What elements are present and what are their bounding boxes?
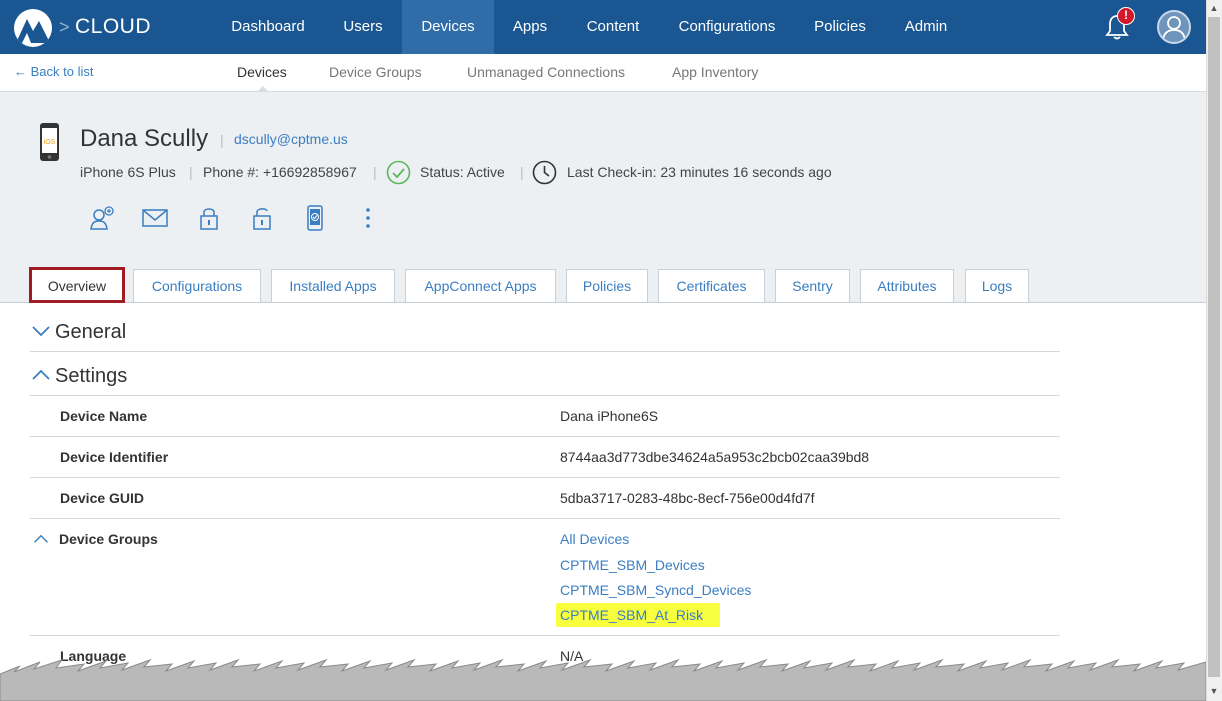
nav-configurations[interactable]: Configurations <box>666 0 788 54</box>
device-guid-value: 5dba3717-0283-48bc-8ecf-756e00d4fd7f <box>560 490 815 506</box>
nav-apps[interactable]: Apps <box>500 0 560 54</box>
nav-devices[interactable]: Devices <box>402 0 494 54</box>
device-name-value: Dana iPhone6S <box>560 408 659 424</box>
tab-certificates[interactable]: Certificates <box>658 269 765 302</box>
subtab-devices[interactable]: Devices <box>237 64 287 80</box>
nav-policies[interactable]: Policies <box>804 0 876 54</box>
tab-policies[interactable]: Policies <box>566 269 648 302</box>
group-link-cptme-sbm-devices[interactable]: CPTME_SBM_Devices <box>560 557 705 573</box>
nav-users[interactable]: Users <box>330 0 396 54</box>
chevron-down-icon[interactable] <box>31 324 51 338</box>
message-icon[interactable] <box>142 205 168 231</box>
back-to-list-link[interactable]: ← Back to list <box>14 64 93 79</box>
status-check-icon <box>386 160 411 185</box>
assign-user-icon[interactable] <box>89 205 115 231</box>
more-icon[interactable] <box>355 205 381 231</box>
brand-name: CLOUD <box>75 15 152 38</box>
device-groups-chevron-up-icon[interactable] <box>33 533 49 545</box>
separator: | <box>220 132 224 148</box>
nav-admin[interactable]: Admin <box>894 0 958 54</box>
divider <box>30 518 1060 519</box>
tab-attributes[interactable]: Attributes <box>860 269 954 302</box>
os-badge-text: iOS <box>44 139 56 146</box>
nav-content[interactable]: Content <box>576 0 650 54</box>
divider <box>30 635 1060 636</box>
device-groups-label[interactable]: Device Groups <box>59 531 158 547</box>
group-link-cptme-sbm-at-risk[interactable]: CPTME_SBM_At_Risk <box>560 607 703 623</box>
tab-appconnect-apps[interactable]: AppConnect Apps <box>405 269 556 302</box>
last-checkin: Last Check-in: 23 minutes 16 seconds ago <box>567 164 832 180</box>
device-check-icon[interactable] <box>302 205 328 231</box>
group-link-cptme-sbm-syncd-devices[interactable]: CPTME_SBM_Syncd_Devices <box>560 582 751 598</box>
lock-icon[interactable] <box>196 205 222 231</box>
device-guid-label: Device GUID <box>60 490 145 506</box>
device-name-label: Device Name <box>60 408 148 424</box>
user-avatar-icon[interactable] <box>1157 10 1191 44</box>
tab-logs[interactable]: Logs <box>965 269 1029 302</box>
group-link-all-devices[interactable]: All Devices <box>560 531 629 547</box>
separator: | <box>189 164 193 180</box>
tab-sentry[interactable]: Sentry <box>775 269 850 302</box>
tab-overview[interactable]: Overview <box>29 267 125 303</box>
nav-dashboard[interactable]: Dashboard <box>218 0 318 54</box>
subtab-unmanaged-connections[interactable]: Unmanaged Connections <box>467 64 625 80</box>
device-owner-email-link[interactable]: dscully@cptme.us <box>234 131 348 147</box>
device-phone-number: Phone #: +16692858967 <box>203 164 357 180</box>
tab-installed-apps[interactable]: Installed Apps <box>271 269 395 302</box>
section-settings-title[interactable]: Settings <box>55 365 127 388</box>
clock-icon <box>532 160 557 185</box>
separator: | <box>373 164 377 180</box>
unlock-icon[interactable] <box>249 205 275 231</box>
scrollbar-thumb[interactable] <box>1208 17 1220 677</box>
device-model: iPhone 6S Plus <box>80 164 176 180</box>
iphone-device-icon: iOS <box>39 122 60 162</box>
divider <box>30 395 1060 396</box>
separator: | <box>520 164 524 180</box>
subtab-device-groups[interactable]: Device Groups <box>329 64 422 80</box>
section-general-title[interactable]: General <box>55 321 126 344</box>
divider <box>30 436 1060 437</box>
device-status: Status: Active <box>420 164 505 180</box>
divider <box>30 351 1060 352</box>
torn-edge-decoration <box>0 658 1206 701</box>
device-identifier-value: 8744aa3d773dbe34624a5a953c2bcb02caa39bd8 <box>560 449 870 465</box>
brand-separator: > <box>59 17 70 37</box>
divider <box>30 477 1060 478</box>
device-identifier-label: Device Identifier <box>60 449 169 465</box>
scroll-down-arrow-icon[interactable]: ▼ <box>1209 686 1219 696</box>
subtab-app-inventory[interactable]: App Inventory <box>672 64 758 80</box>
mobileiron-logo[interactable] <box>14 9 52 47</box>
device-owner-name: Dana Scully <box>80 125 209 152</box>
notification-badge[interactable]: ! <box>1117 7 1135 25</box>
scroll-up-arrow-icon[interactable]: ▲ <box>1209 3 1219 13</box>
chevron-up-icon[interactable] <box>31 368 51 382</box>
tab-configurations[interactable]: Configurations <box>133 269 261 302</box>
